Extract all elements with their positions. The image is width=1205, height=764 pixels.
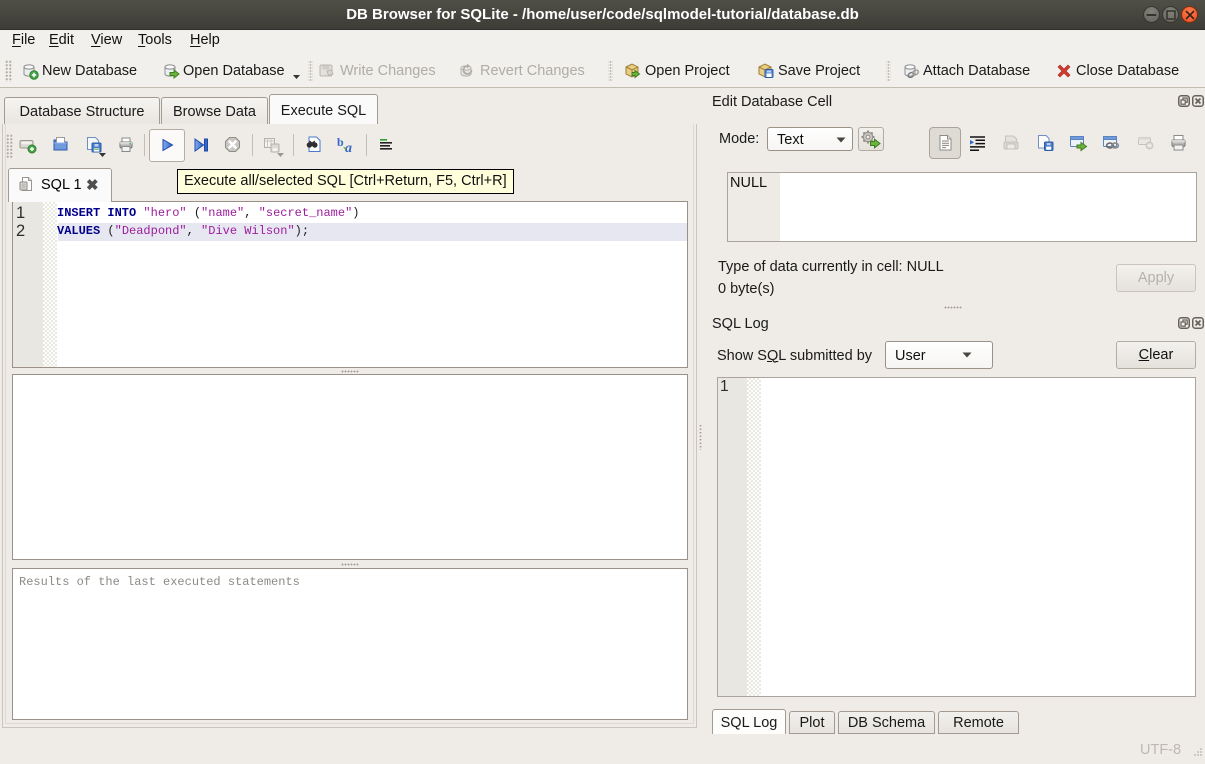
svg-text:a: a xyxy=(345,141,352,154)
svg-text:b: b xyxy=(337,136,344,149)
